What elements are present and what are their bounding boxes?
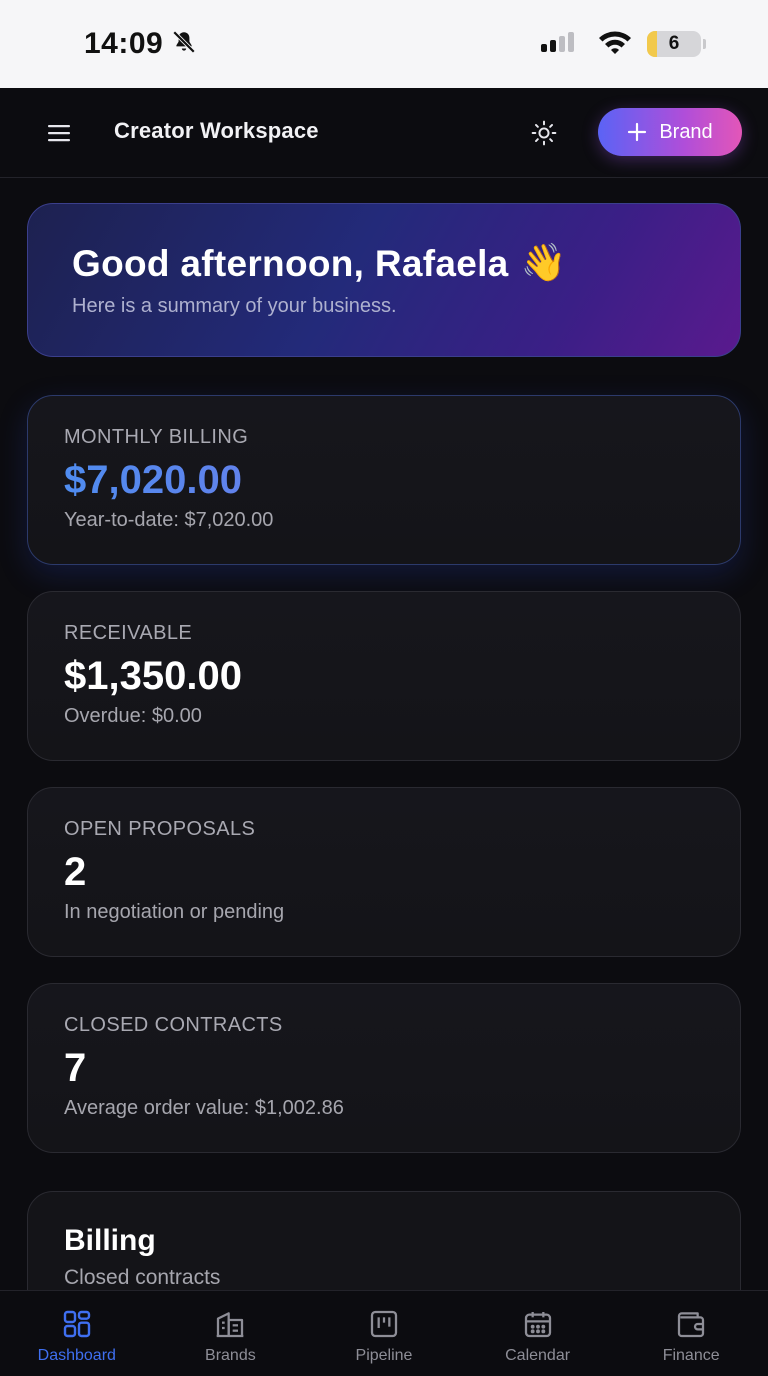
stat-subtext: Year-to-date: $7,020.00 (64, 509, 274, 531)
stat-label: RECEIVABLE (64, 622, 193, 644)
nav-label-calendar: Calendar (505, 1347, 571, 1364)
stat-card-monthly-billing[interactable]: MONTHLY BILLING $7,020.00 Year-to-date: … (27, 395, 741, 565)
stat-subtext: Overdue: $0.00 (64, 705, 202, 727)
app-title: Creator Workspace (114, 118, 319, 143)
hamburger-menu-icon (48, 125, 70, 142)
theme-toggle-button[interactable] (527, 116, 561, 150)
stat-card-closed-contracts[interactable]: CLOSED CONTRACTS 7 Average order value: … (27, 983, 741, 1153)
nav-item-calendar[interactable]: Calendar (461, 1291, 615, 1376)
nav-item-finance[interactable]: Finance (614, 1291, 768, 1376)
stat-card-open-proposals[interactable]: OPEN PROPOSALS 2 In negotiation or pendi… (27, 787, 741, 957)
sun-icon (531, 120, 557, 146)
billing-section-title: Billing (64, 1224, 156, 1257)
nav-item-brands[interactable]: Brands (154, 1291, 308, 1376)
billing-section-card: Billing Closed contracts (27, 1191, 741, 1290)
add-brand-button[interactable]: Brand (598, 108, 742, 156)
billing-section-subtitle: Closed contracts (64, 1266, 221, 1289)
stat-value: 2 (64, 850, 87, 894)
stat-subtext: Average order value: $1,002.86 (64, 1097, 344, 1119)
nav-label-pipeline: Pipeline (355, 1347, 413, 1364)
cellular-signal-icon (541, 30, 583, 59)
stat-label: OPEN PROPOSALS (64, 818, 256, 840)
stat-label: CLOSED CONTRACTS (64, 1014, 283, 1036)
bell-muted-icon (171, 29, 197, 60)
battery-cap (703, 39, 706, 49)
dashboard-content[interactable]: Good afternoon, Rafaela 👋 Here is a summ… (0, 178, 768, 1290)
battery-indicator: 6 (647, 31, 701, 57)
greeting-title: Good afternoon, Rafaela 👋 (72, 242, 696, 285)
nav-item-dashboard[interactable]: Dashboard (0, 1291, 154, 1376)
stat-value: $7,020.00 (64, 459, 704, 501)
kanban-icon (370, 1310, 398, 1338)
greeting-subtitle: Here is a summary of your business. (72, 295, 397, 317)
menu-button[interactable] (44, 118, 74, 148)
status-bar: 14:09 6 (0, 0, 768, 88)
nav-label-brands: Brands (205, 1347, 256, 1364)
dashboard-icon (63, 1310, 90, 1338)
stat-value: $1,350.00 (64, 654, 242, 698)
greeting-card: Good afternoon, Rafaela 👋 Here is a summ… (27, 203, 741, 357)
bottom-navigation: Dashboard Brands Pipeline Calendar Finan… (0, 1290, 768, 1376)
app-screen: 14:09 6 Creator Workspace Brand Good aft… (0, 0, 768, 1376)
nav-label-finance: Finance (662, 1347, 720, 1364)
waving-hand-emoji: 👋 (520, 242, 567, 283)
status-time: 14:09 (84, 27, 164, 60)
wifi-icon (597, 29, 633, 60)
add-brand-label: Brand (659, 120, 713, 143)
app-header: Creator Workspace Brand (0, 88, 768, 178)
battery-level: 6 (668, 33, 680, 54)
stat-subtext: In negotiation or pending (64, 901, 285, 923)
building-icon (217, 1312, 244, 1338)
nav-label-dashboard: Dashboard (37, 1347, 116, 1364)
plus-icon (628, 122, 647, 142)
wallet-icon (678, 1312, 705, 1338)
greeting-title-text: Good afternoon, Rafaela (72, 242, 509, 284)
stat-card-receivable[interactable]: RECEIVABLE $1,350.00 Overdue: $0.00 (27, 591, 741, 761)
stat-value: 7 (64, 1046, 87, 1090)
calendar-icon (524, 1312, 551, 1338)
nav-item-pipeline[interactable]: Pipeline (307, 1291, 461, 1376)
stat-label: MONTHLY BILLING (64, 426, 249, 448)
